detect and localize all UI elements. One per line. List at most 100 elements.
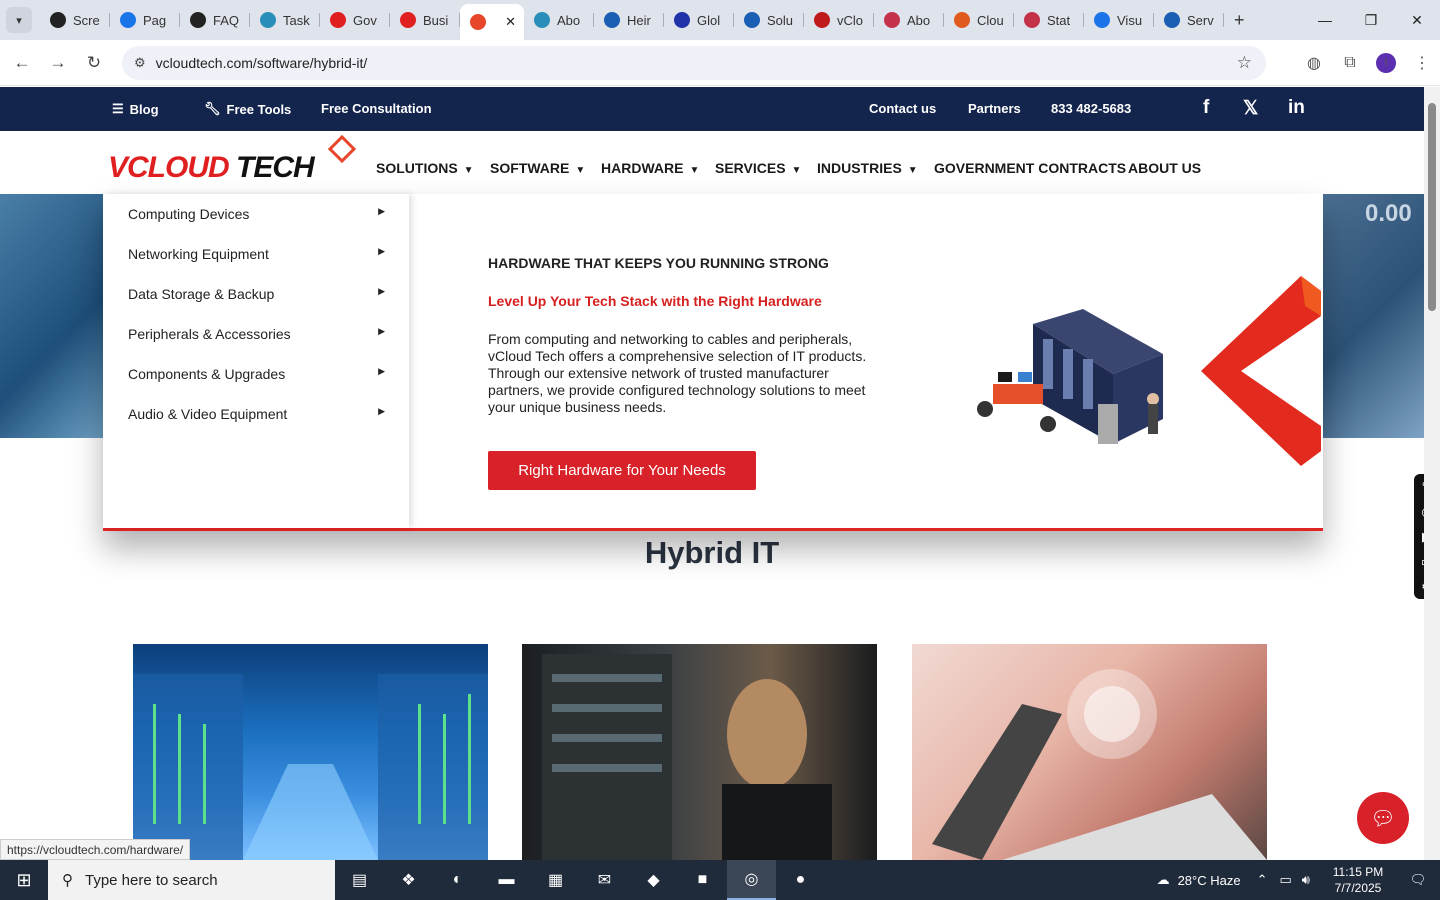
right-hardware-button[interactable]: Right Hardware for Your Needs xyxy=(488,451,756,490)
zoom-icon[interactable]: ● xyxy=(776,860,825,900)
nav-software[interactable]: SOFTWARE ▼ xyxy=(490,160,585,176)
browser-tab[interactable]: Task xyxy=(250,4,320,36)
logo-v: V xyxy=(108,151,128,184)
submenu-item-label: Components & Upgrades xyxy=(128,366,286,382)
tab-search-button[interactable]: ▾ xyxy=(6,7,32,33)
restore-icon[interactable]: ❐ xyxy=(1348,0,1394,40)
site-topbar: ☰ Blog 🔧︎ Free Tools Free Consultation Con… xyxy=(0,87,1424,131)
nav-industries-label: INDUSTRIES xyxy=(817,160,902,176)
nav-about[interactable]: ABOUT US xyxy=(1128,160,1201,176)
page-scrollbar[interactable] xyxy=(1424,87,1440,860)
hardware-submenu-item[interactable]: Networking Equipment ▶ xyxy=(128,246,385,262)
window-controls: — ❐ ✕ xyxy=(1302,0,1440,40)
browser-tab[interactable]: Serv xyxy=(1154,4,1224,36)
bookmark-star-icon[interactable]: ☆ xyxy=(1237,53,1252,73)
browser-tab[interactable]: Heir xyxy=(594,4,664,36)
hardware-submenu-item[interactable]: Components & Upgrades ▶ xyxy=(128,366,385,382)
minimize-icon[interactable]: — xyxy=(1302,0,1348,40)
nav-services-label: SERVICES xyxy=(715,160,786,176)
address-bar[interactable]: ⚙ vcloudtech.com/software/hybrid-it/ ☆ xyxy=(122,46,1266,80)
phone-link[interactable]: 833 482-5683 xyxy=(1051,101,1131,116)
browser-tab[interactable]: Visu xyxy=(1084,4,1154,36)
partners-link[interactable]: Partners xyxy=(968,101,1021,116)
nav-industries[interactable]: INDUSTRIES ▼ xyxy=(817,160,918,176)
card-image-technician[interactable] xyxy=(522,644,877,860)
favicon-icon xyxy=(744,12,760,28)
card-image-cloud-laptop[interactable] xyxy=(912,644,1267,860)
browser-tab[interactable]: Abo xyxy=(874,4,944,36)
favicon-icon xyxy=(954,12,970,28)
windows-start-icon[interactable]: ⊞ xyxy=(0,870,48,891)
favicon-icon xyxy=(604,12,620,28)
server-room-illustration xyxy=(977,309,1163,444)
sticky-notes-icon[interactable]: ■ xyxy=(678,860,727,900)
taskbar-search[interactable]: ⚲ Type here to search xyxy=(48,860,335,900)
menu-dots-icon[interactable]: ⋮ xyxy=(1404,53,1440,73)
chrome-icon[interactable]: ◎ xyxy=(727,860,776,900)
tray-chevron-icon[interactable]: ⌃ xyxy=(1257,872,1268,888)
blog-link[interactable]: ☰ Blog xyxy=(112,101,159,117)
volume-icon[interactable]: 🔊︎ xyxy=(1302,872,1310,888)
forward-button[interactable]: → xyxy=(40,45,76,81)
back-button[interactable]: ← xyxy=(4,45,40,81)
browser-tab[interactable]: FAQ xyxy=(180,4,250,36)
contact-link[interactable]: Contact us xyxy=(869,101,936,116)
browser-tab[interactable]: Solu xyxy=(734,4,804,36)
caret-down-icon: ▼ xyxy=(575,165,586,176)
hardware-submenu-item[interactable]: Peripherals & Accessories ▶ xyxy=(128,326,385,342)
app-diamond-icon[interactable]: ◆ xyxy=(629,860,678,900)
mail-icon[interactable]: ✉ xyxy=(580,860,629,900)
tab-active[interactable]: ✕ xyxy=(460,4,524,40)
x-twitter-icon[interactable]: 𝕏 xyxy=(1243,97,1258,120)
close-window-icon[interactable]: ✕ xyxy=(1394,0,1440,40)
weather-text[interactable]: 28°C Haze xyxy=(1178,873,1241,888)
translate-icon[interactable]: ◍ xyxy=(1296,53,1332,73)
nav-government[interactable]: GOVERNMENT CONTRACTS xyxy=(934,160,1126,176)
nav-services[interactable]: SERVICES ▼ xyxy=(715,160,801,176)
windows-taskbar: ⊞ ⚲ Type here to search ▤ ❖ ◐ ▬ ▦ ✉ ◆ ■ … xyxy=(0,860,1440,900)
network-icon[interactable]: ▭ xyxy=(1280,872,1292,888)
notifications-icon[interactable]: 🗨︎ xyxy=(1396,872,1440,888)
tab-close-icon[interactable]: ✕ xyxy=(505,14,516,30)
browser-tab[interactable]: Glol xyxy=(664,4,734,36)
edge-icon[interactable]: ◐ xyxy=(433,860,482,900)
extensions-icon[interactable]: ⧉ xyxy=(1332,54,1368,72)
copilot-icon[interactable]: ❖ xyxy=(384,860,433,900)
browser-tab[interactable]: Abo xyxy=(524,4,594,36)
browser-tab[interactable]: Scre xyxy=(40,4,110,36)
hardware-submenu-item[interactable]: Audio & Video Equipment ▶ xyxy=(128,406,385,422)
weather-icon: ☁ xyxy=(1156,872,1170,887)
scroll-thumb[interactable] xyxy=(1428,103,1436,311)
browser-tab[interactable]: vClo xyxy=(804,4,874,36)
browser-tab[interactable]: Clou xyxy=(944,4,1014,36)
nav-hardware[interactable]: HARDWARE ▼ xyxy=(601,160,699,176)
free-consultation-link[interactable]: Free Consultation xyxy=(321,101,432,116)
profile-avatar[interactable]: t xyxy=(1376,53,1396,73)
hardware-submenu-item[interactable]: Computing Devices ▶ xyxy=(128,206,385,222)
chat-button[interactable]: 💬︎ xyxy=(1357,792,1409,844)
blog-label: Blog xyxy=(129,101,159,117)
favicon-icon xyxy=(470,14,486,30)
card-image-datacenter[interactable] xyxy=(133,644,488,860)
linkedin-icon[interactable]: in xyxy=(1288,97,1305,119)
favicon-icon xyxy=(1094,12,1110,28)
favicon-icon xyxy=(260,12,276,28)
site-info-icon[interactable]: ⚙ xyxy=(134,55,146,71)
free-tools-link[interactable]: 🔧︎ Free Tools xyxy=(204,101,291,117)
url-text: vcloudtech.com/software/hybrid-it/ xyxy=(155,55,368,71)
facebook-icon[interactable]: f xyxy=(1203,97,1209,119)
nav-solutions[interactable]: SOLUTIONS ▼ xyxy=(376,160,474,176)
site-logo[interactable]: VCLOUD TECH xyxy=(108,151,315,185)
task-view-icon[interactable]: ▤ xyxy=(335,860,384,900)
new-tab-button[interactable]: + xyxy=(1234,10,1245,31)
reload-button[interactable]: ↻ xyxy=(76,45,112,81)
browser-tab[interactable]: Gov xyxy=(320,4,390,36)
hardware-submenu-item[interactable]: Data Storage & Backup ▶ xyxy=(128,286,385,302)
browser-tab[interactable]: Pag xyxy=(110,4,180,36)
browser-tab[interactable]: Busi xyxy=(390,4,460,36)
store-icon[interactable]: ▦ xyxy=(531,860,580,900)
tab-label: Solu xyxy=(767,12,794,28)
file-explorer-icon[interactable]: ▬ xyxy=(482,860,531,900)
clock[interactable]: 11:15 PM 7/7/2025 xyxy=(1320,864,1396,896)
browser-tab[interactable]: Stat xyxy=(1014,4,1084,36)
